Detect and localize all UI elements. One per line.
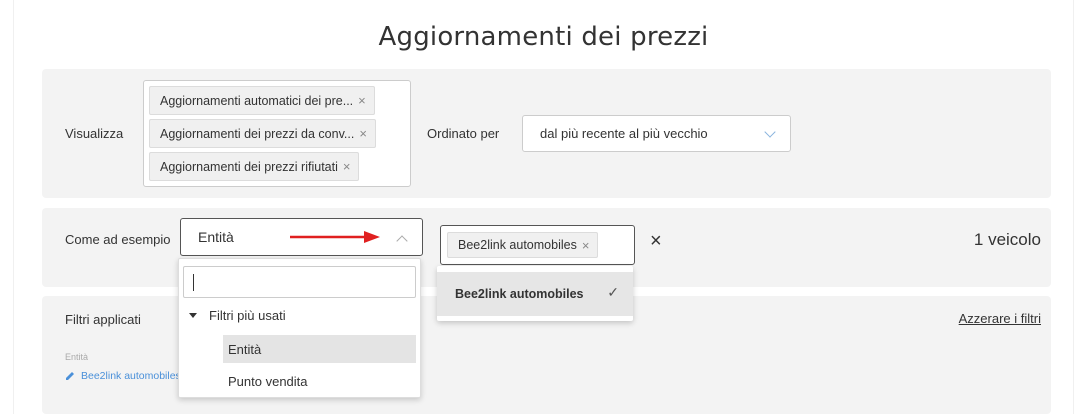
display-multiselect[interactable]: Aggiornamenti automatici dei pre... × Ag… [143,80,411,187]
check-icon: ✓ [607,284,619,300]
vehicle-count: 1 veicolo [973,230,1041,249]
order-select[interactable]: dal più recente al più vecchio [522,115,791,152]
applied-filters-label: Filtri applicati [65,312,141,327]
display-tag-auto: Aggiornamenti automatici dei pre... × [149,86,375,115]
remove-tag-icon[interactable]: × [358,93,366,108]
value-tag: Bee2link automobiles × [447,232,599,258]
pencil-icon [66,372,74,380]
remove-tag-icon[interactable]: × [582,238,590,253]
entity-dropdown: Filtri più usati Entità Punto vendita [178,258,421,398]
dropdown-group-header[interactable]: Filtri più usati [189,308,286,323]
display-tag-rejected: Aggiornamenti dei prezzi rifiutati × [149,152,360,181]
value-multiselect[interactable]: Bee2link automobiles × [440,225,635,265]
order-label: Ordinato per [427,126,500,141]
tag-label: Aggiornamenti automatici dei pre... [160,93,354,108]
tag-label: Aggiornamenti dei prezzi rifiutati [160,159,338,174]
dropdown-option-bee2link[interactable]: Bee2link automobiles ✓ [437,272,633,316]
page-title: Aggiornamenti dei prezzi [378,22,709,52]
page: Aggiornamenti dei prezzi Visualizza Aggi… [13,0,1074,414]
applied-filter-value[interactable]: Bee2link automobiles [65,370,185,382]
dropdown-option-label: Bee2link automobiles [455,287,584,301]
tag-label: Bee2link automobiles [458,238,577,252]
applied-filter-value-text: Bee2link automobiles [81,370,181,382]
order-select-value: dal più recente al più vecchio [540,126,708,141]
tag-label: Aggiornamenti dei prezzi da conv... [160,126,355,141]
display-panel: Visualizza Aggiornamenti automatici dei … [42,69,1051,198]
dropdown-option-entity[interactable]: Entità [223,335,416,363]
red-arrow-annotation [290,231,380,243]
remove-tag-icon[interactable]: × [359,126,367,141]
text-caret [193,274,194,291]
value-dropdown: Bee2link automobiles ✓ [437,266,633,321]
remove-tag-icon[interactable]: × [343,159,351,174]
display-label: Visualizza [65,126,124,141]
display-tag-to-convert: Aggiornamenti dei prezzi da conv... × [149,119,376,148]
dropdown-group-label: Filtri più usati [209,308,286,323]
applied-filter-caption: Entità [65,352,89,362]
reset-filters-link[interactable]: Azzerare i filtri [959,311,1041,326]
entity-select-value: Entità [198,229,234,245]
chevron-down-icon [764,126,776,138]
clear-filter-icon[interactable]: × [650,230,662,253]
caret-down-icon [189,313,197,318]
filter-label: Come ad esempio [65,232,171,247]
chevron-up-icon [396,235,408,247]
dropdown-search-input[interactable] [183,266,416,298]
dropdown-option-point-of-sale[interactable]: Punto vendita [223,367,416,395]
